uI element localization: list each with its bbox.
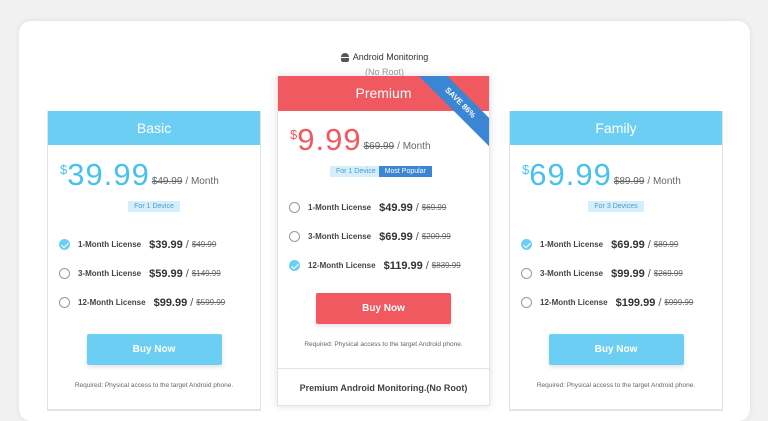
radio-icon[interactable] <box>289 202 300 213</box>
header-title: Android Monitoring <box>352 52 429 62</box>
plan-card-family: Family $ 69.99 $89.99 / Month For 3 Devi… <box>509 111 723 411</box>
license-option[interactable]: 12-Month License $119.99 / $839.99 <box>289 251 489 280</box>
license-label: 1-Month License <box>308 203 372 212</box>
device-badge: For 1 Device <box>330 166 382 177</box>
license-price: $39.99 <box>149 238 183 251</box>
price-separator: / <box>185 267 189 280</box>
price-separator: / <box>415 201 419 214</box>
license-option[interactable]: 1-Month License $69.99 / $89.99 <box>521 230 722 259</box>
buy-now-button[interactable]: Buy Now <box>548 334 684 365</box>
license-old-price: $69.99 <box>421 203 447 212</box>
license-old-price: $839.99 <box>431 261 461 270</box>
license-options: 1-Month License $39.99 / $49.99 3-Month … <box>59 230 260 317</box>
currency-symbol: $ <box>60 162 68 177</box>
license-label: 12-Month License <box>540 298 608 307</box>
license-label: 3-Month License <box>540 269 604 278</box>
price-row: $ 9.99 $69.99 / Month <box>290 122 489 157</box>
license-label: 1-Month License <box>540 240 604 249</box>
license-old-price: $999.99 <box>664 298 694 307</box>
price-separator: / <box>415 230 419 243</box>
license-option[interactable]: 3-Month License $99.99 / $269.99 <box>521 259 722 288</box>
radio-icon[interactable] <box>521 268 532 279</box>
license-price: $99.99 <box>611 267 645 280</box>
license-label: 3-Month License <box>308 232 372 241</box>
license-old-price: $269.99 <box>653 269 683 278</box>
license-price: $49.99 <box>379 201 413 214</box>
pricing-header: Android Monitoring (No Root) <box>19 52 750 77</box>
license-label: 12-Month License <box>308 261 376 270</box>
price-separator: / <box>190 296 194 309</box>
price-amount: 9.99 <box>297 122 362 157</box>
price-separator: / <box>658 296 662 309</box>
buy-now-button[interactable]: Buy Now <box>316 293 451 324</box>
license-option[interactable]: 12-Month License $99.99 / $599.99 <box>59 288 260 317</box>
most-popular-badge: Most Popular <box>378 166 432 177</box>
license-old-price: $209.99 <box>421 232 451 241</box>
requirement-note: Required: Physical access to the target … <box>74 382 234 389</box>
license-old-price: $149.99 <box>191 269 221 278</box>
price-row: $ 69.99 $89.99 / Month <box>522 157 722 192</box>
radio-icon[interactable] <box>59 297 70 308</box>
plan-name: Family <box>510 111 722 145</box>
plan-name: Basic <box>48 111 260 145</box>
license-price: $199.99 <box>615 296 656 309</box>
license-options: 1-Month License $69.99 / $89.99 3-Month … <box>521 230 722 317</box>
radio-checked-icon[interactable] <box>59 239 70 250</box>
license-label: 1-Month License <box>78 240 142 249</box>
price-amount: 69.99 <box>529 157 612 192</box>
requirement-note: Required: Physical access to the target … <box>304 341 463 348</box>
license-label: 12-Month License <box>78 298 146 307</box>
radio-checked-icon[interactable] <box>289 260 300 271</box>
price-period: / Month <box>647 176 681 187</box>
license-price: $69.99 <box>611 238 645 251</box>
device-badge: For 3 Devices <box>588 201 644 212</box>
price-row: $ 39.99 $49.99 / Month <box>60 157 260 192</box>
plan-card-basic: Basic $ 39.99 $49.99 / Month For 1 Devic… <box>47 111 261 411</box>
divider <box>510 409 722 410</box>
price-period: / Month <box>185 176 219 187</box>
license-label: 3-Month License <box>78 269 142 278</box>
license-option[interactable]: 3-Month License $59.99 / $149.99 <box>59 259 260 288</box>
android-icon <box>340 52 349 62</box>
old-price: $89.99 <box>613 176 645 187</box>
divider <box>278 368 489 369</box>
price-amount: 39.99 <box>67 157 150 192</box>
license-price: $59.99 <box>149 267 183 280</box>
license-old-price: $89.99 <box>653 240 679 249</box>
license-option[interactable]: 1-Month License $39.99 / $49.99 <box>59 230 260 259</box>
radio-checked-icon[interactable] <box>521 239 532 250</box>
license-option[interactable]: 1-Month License $49.99 / $69.99 <box>289 193 489 222</box>
old-price: $69.99 <box>363 141 395 152</box>
price-separator: / <box>185 238 189 251</box>
license-price: $119.99 <box>383 259 423 272</box>
price-separator: / <box>425 259 429 272</box>
price-period: / Month <box>397 141 431 152</box>
radio-icon[interactable] <box>289 231 300 242</box>
currency-symbol: $ <box>522 162 530 177</box>
license-options: 1-Month License $49.99 / $69.99 3-Month … <box>289 193 489 280</box>
license-old-price: $599.99 <box>196 298 226 307</box>
price-separator: / <box>647 267 651 280</box>
currency-symbol: $ <box>290 127 298 142</box>
license-option[interactable]: 3-Month License $69.99 / $209.99 <box>289 222 489 251</box>
requirement-note: Required: Physical access to the target … <box>536 382 696 389</box>
feature-title: Premium Android Monitoring.(No Root) <box>299 383 468 393</box>
divider <box>48 409 260 410</box>
device-badge: For 1 Device <box>128 201 180 212</box>
buy-now-button[interactable]: Buy Now <box>86 334 222 365</box>
plan-card-premium: Premium SAVE 86% $ 9.99 $69.99 / Month F… <box>277 76 490 406</box>
radio-icon[interactable] <box>521 297 532 308</box>
radio-icon[interactable] <box>59 268 70 279</box>
license-price: $99.99 <box>153 296 188 309</box>
license-option[interactable]: 12-Month License $199.99 / $999.99 <box>521 288 722 317</box>
price-separator: / <box>647 238 651 251</box>
old-price: $49.99 <box>151 176 183 187</box>
license-old-price: $49.99 <box>191 240 217 249</box>
license-price: $69.99 <box>379 230 413 243</box>
